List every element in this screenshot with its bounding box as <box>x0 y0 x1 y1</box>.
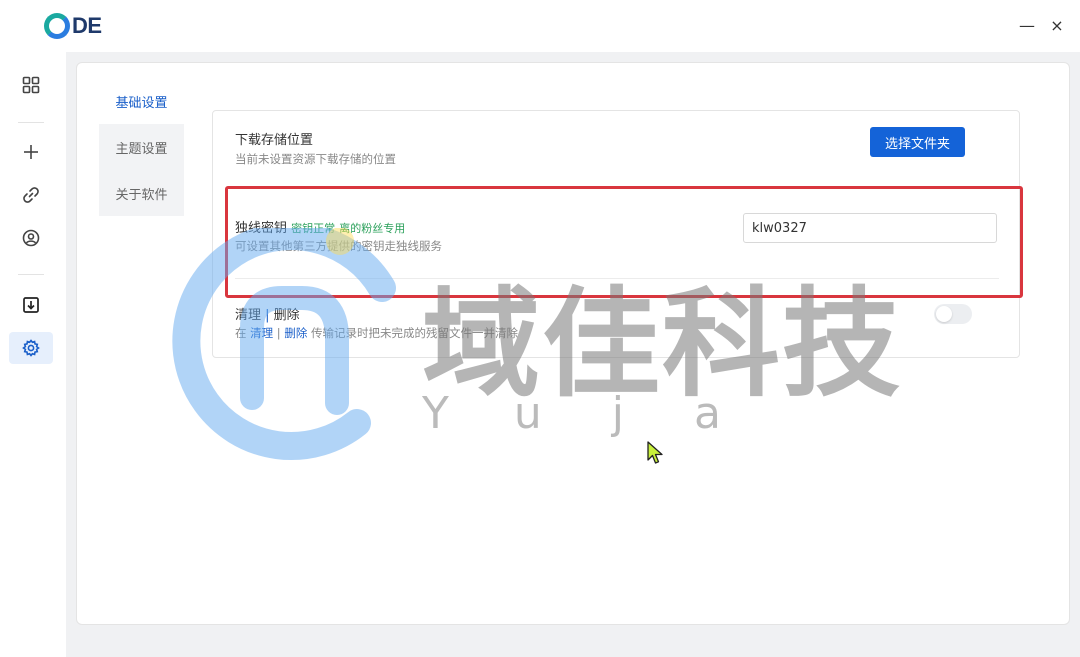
nav-link[interactable] <box>9 179 53 211</box>
left-nav <box>0 52 66 657</box>
download-location-desc: 当前未设置资源下载存储的位置 <box>235 152 396 166</box>
gear-icon <box>22 339 40 357</box>
nav-dashboard[interactable] <box>9 69 53 101</box>
tab-about[interactable]: 关于软件 <box>99 170 184 216</box>
tab-basic-settings[interactable]: 基础设置 <box>99 78 184 124</box>
logo-ring-icon <box>44 13 70 39</box>
user-icon <box>22 229 40 247</box>
clean-row-title: 清理 | 删除 <box>235 304 300 323</box>
clean-residual-toggle[interactable] <box>934 304 972 324</box>
exclusive-key-title: 独线密钥 <box>235 221 288 236</box>
clean-title: 清理 <box>235 308 262 323</box>
download-location-title: 下载存储位置 <box>235 133 314 148</box>
nav-user[interactable] <box>9 222 53 254</box>
clean-desc-rest: 传输记录时把未完成的残留文件一并清除 <box>307 326 518 340</box>
settings-card: 下载存储位置 当前未设置资源下载存储的位置 选择文件夹 独线密钥 密钥正常 离的… <box>212 110 1020 358</box>
tab-theme-settings[interactable]: 主题设置 <box>99 124 184 170</box>
clean-desc-link[interactable]: 清理 <box>250 326 273 340</box>
nav-settings[interactable] <box>9 332 53 364</box>
divider <box>235 278 999 279</box>
settings-panel: 基础设置 主题设置 关于软件 下载存储位置 当前未设置资源下载存储的位置 选择文… <box>76 62 1070 625</box>
app-logo: DE <box>44 12 102 40</box>
clean-title-sep: | <box>261 308 274 323</box>
exclusive-key-row-title: 独线密钥 密钥正常 离的粉丝专用 <box>235 217 405 236</box>
grid-icon <box>22 76 40 94</box>
nav-add[interactable] <box>9 136 53 168</box>
logo-text: DE <box>72 13 102 38</box>
delete-title: 删除 <box>273 308 300 323</box>
key-status-badge: 密钥正常 <box>291 222 336 235</box>
download-icon <box>23 297 39 313</box>
close-button[interactable]: × <box>1047 16 1067 36</box>
minimize-button[interactable]: — <box>1017 16 1037 36</box>
clean-desc: 在 清理 | 删除 传输记录时把未完成的残留文件一并清除 <box>235 325 518 341</box>
nav-divider <box>18 122 44 123</box>
delete-desc-link[interactable]: 删除 <box>284 326 307 340</box>
toggle-knob <box>936 306 952 322</box>
nav-download[interactable] <box>9 289 53 321</box>
nav-divider <box>18 274 44 275</box>
mouse-cursor-icon <box>647 441 663 464</box>
exclusive-key-desc: 可设置其他第三方提供的密钥走独线服务 <box>235 239 442 253</box>
plus-icon <box>24 145 38 159</box>
choose-folder-button[interactable]: 选择文件夹 <box>870 127 965 157</box>
clean-desc-sep: | <box>273 326 285 340</box>
link-icon <box>23 187 39 203</box>
exclusive-key-input[interactable] <box>743 213 997 243</box>
fan-tag: 离的粉丝专用 <box>339 222 406 235</box>
clean-desc-prefix: 在 <box>235 326 251 340</box>
title-bar: DE — × <box>0 0 1080 52</box>
